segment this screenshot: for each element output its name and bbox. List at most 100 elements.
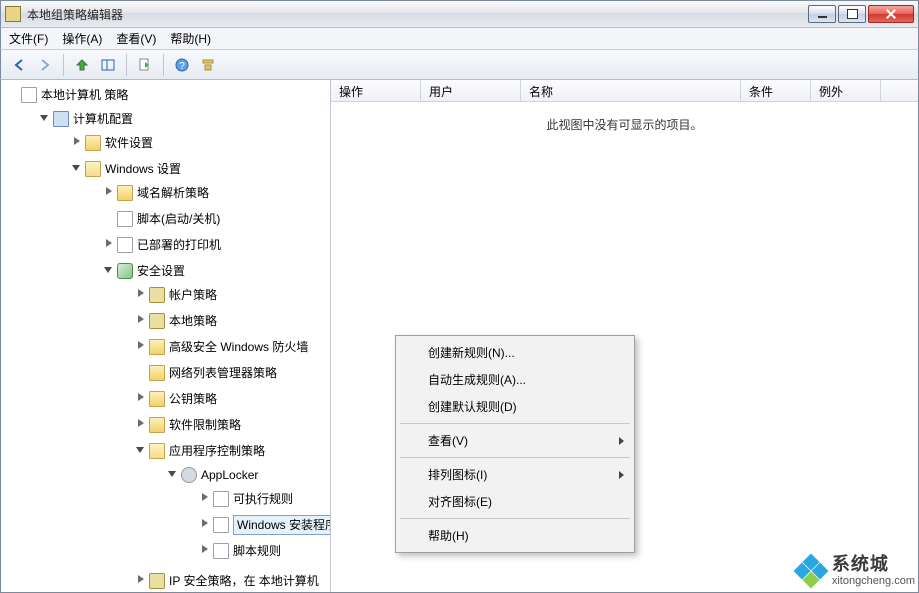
tree-expander-icon[interactable] [135, 314, 146, 325]
tree-expander-icon[interactable] [135, 288, 146, 299]
menu-action[interactable]: 操作(A) [62, 30, 102, 47]
toolbar-up-button[interactable] [70, 53, 94, 77]
tree-item[interactable]: Windows 安装程序规则 [213, 516, 331, 534]
tree-item[interactable]: 计算机配置 [53, 110, 133, 128]
column-header[interactable]: 名称 [521, 80, 741, 101]
toolbar-separator [63, 54, 64, 76]
tree-item[interactable]: 可执行规则 [213, 490, 293, 508]
tree-item-label: 高级安全 Windows 防火墙 [169, 338, 308, 356]
pc-icon [53, 111, 69, 127]
tree-expander-icon[interactable] [103, 264, 114, 275]
tree-item-label: AppLocker [201, 466, 258, 484]
column-header[interactable]: 条件 [741, 80, 811, 101]
tree-item[interactable]: IP 安全策略，在 本地计算机 [149, 572, 319, 590]
window-titlebar: 本地组策略编辑器 [0, 0, 919, 28]
tree-expander-icon[interactable] [135, 574, 146, 585]
window-title: 本地组策略编辑器 [27, 6, 808, 23]
toolbar-filter-button[interactable] [196, 53, 220, 77]
tree-item[interactable]: AppLocker [181, 466, 258, 484]
lock-icon [149, 573, 165, 589]
tree-expander-icon[interactable] [135, 340, 146, 351]
tree-item[interactable]: 域名解析策略 [117, 184, 209, 202]
doc-icon [117, 237, 133, 253]
tree-expander-icon[interactable] [199, 544, 210, 555]
tree-item-label: 软件限制策略 [169, 416, 241, 434]
context-menu-item[interactable]: 创建默认规则(D) [398, 393, 632, 420]
context-menu-separator [400, 518, 630, 519]
tree-item[interactable]: 软件设置 [85, 134, 153, 152]
tree-panel[interactable]: 本地计算机 策略计算机配置软件设置 Windows 设置域名解析策略脚本(启动/关… [1, 80, 331, 592]
menu-help[interactable]: 帮助(H) [170, 30, 211, 47]
window-close-button[interactable] [868, 5, 914, 23]
toolbar: ? [0, 50, 919, 80]
tree-item[interactable]: 软件限制策略 [149, 416, 241, 434]
menu-bar: 文件(F) 操作(A) 查看(V) 帮助(H) [0, 28, 919, 50]
window-maximize-button[interactable] [838, 5, 866, 23]
tree-expander-icon[interactable] [135, 392, 146, 403]
tree-item-label: 应用程序控制策略 [169, 442, 265, 460]
tree-item-label: 软件设置 [105, 134, 153, 152]
menu-view[interactable]: 查看(V) [116, 30, 156, 47]
tree-item[interactable]: 网络列表管理器策略 [149, 364, 277, 382]
toolbar-help-button[interactable]: ? [170, 53, 194, 77]
context-menu-item[interactable]: 查看(V) [398, 427, 632, 454]
tree-expander-icon[interactable] [135, 444, 146, 455]
tree-expander-icon[interactable] [135, 418, 146, 429]
tree-item-label: 已部署的打印机 [137, 236, 221, 254]
export-icon [137, 57, 153, 73]
tree-expander-icon[interactable] [39, 112, 50, 123]
context-menu[interactable]: 创建新规则(N)...自动生成规则(A)...创建默认规则(D) 查看(V) 排列图… [395, 335, 635, 553]
tree-item-label: 安全设置 [137, 262, 185, 280]
list-header[interactable]: 操作用户名称条件例外 [331, 80, 918, 102]
tree-expander-icon[interactable] [71, 136, 82, 147]
tree-expander-icon[interactable] [199, 518, 210, 529]
context-menu-item[interactable]: 自动生成规则(A)... [398, 366, 632, 393]
context-menu-item[interactable]: 对齐图标(E) [398, 488, 632, 515]
tree-item-label: Windows 设置 [105, 160, 181, 178]
toolbar-pane-button[interactable] [96, 53, 120, 77]
tree-item[interactable]: 脚本(启动/关机) [117, 210, 220, 228]
column-header[interactable]: 用户 [421, 80, 521, 101]
pane-icon [100, 57, 116, 73]
toolbar-export-button[interactable] [133, 53, 157, 77]
context-menu-item[interactable]: 创建新规则(N)... [398, 339, 632, 366]
doc-icon [213, 543, 229, 559]
tree-item[interactable]: 高级安全 Windows 防火墙 [149, 338, 308, 356]
tree-item[interactable]: 应用程序控制策略 [149, 442, 265, 460]
tree-item[interactable]: 公钥策略 [149, 390, 217, 408]
context-menu-item[interactable]: 排列图标(I) [398, 461, 632, 488]
tree-expander-icon[interactable] [103, 238, 114, 249]
tree-item[interactable]: 已部署的打印机 [117, 236, 221, 254]
doc-icon [213, 491, 229, 507]
tree-item[interactable]: 安全设置 [117, 262, 185, 280]
doc-icon [117, 211, 133, 227]
tree-item[interactable]: 本地策略 [149, 312, 217, 330]
lock-icon [149, 287, 165, 303]
toolbar-back-button[interactable] [7, 53, 31, 77]
gear-icon [181, 467, 197, 483]
column-header[interactable]: 例外 [811, 80, 881, 101]
toolbar-forward-button[interactable] [33, 53, 57, 77]
tree-expander-icon[interactable] [167, 468, 178, 479]
window-minimize-button[interactable] [808, 5, 836, 23]
context-menu-item[interactable]: 帮助(H) [398, 522, 632, 549]
tree-item[interactable]: 脚本规则 [213, 542, 281, 560]
tree-expander-icon[interactable] [199, 492, 210, 503]
policy-tree[interactable]: 本地计算机 策略计算机配置软件设置 Windows 设置域名解析策略脚本(启动/关… [5, 84, 330, 592]
column-header[interactable]: 操作 [331, 80, 421, 101]
tree-item[interactable]: 本地计算机 策略 [21, 86, 128, 104]
tree-item[interactable]: 帐户策略 [149, 286, 217, 304]
up-icon [74, 57, 90, 73]
empty-message: 此视图中没有可显示的项目。 [331, 102, 918, 133]
menu-file[interactable]: 文件(F) [9, 30, 48, 47]
folder-open-icon [85, 161, 101, 177]
tree-expander-icon[interactable] [71, 162, 82, 173]
svg-text:?: ? [179, 61, 185, 72]
help-icon: ? [174, 57, 190, 73]
tree-item[interactable]: Windows 设置 [85, 160, 181, 178]
folder-icon [149, 417, 165, 433]
tree-expander-icon[interactable] [103, 186, 114, 197]
shield-icon [117, 263, 133, 279]
tree-item-label: 计算机配置 [73, 110, 133, 128]
folder-icon [149, 339, 165, 355]
